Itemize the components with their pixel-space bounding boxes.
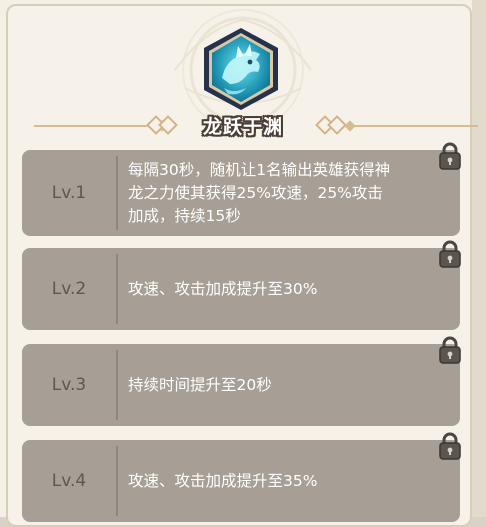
lock-icon [439,432,461,460]
level-row-2: Lv.2 攻速、攻击加成提升至30% [22,240,461,330]
level-divider [116,254,118,324]
level-description: 持续时间提升至20秒 [128,375,272,394]
skill-title: 龙跃于渊 [202,116,283,138]
skill-detail-panel: 龙跃于渊 Lv.1 每隔30秒，随机让1名输出英雄获得神 龙之力使其获得25%攻… [0,0,486,527]
level-description: 每隔30秒，随机让1名输出英雄获得神 龙之力使其获得25%攻速，25%攻击 加成… [128,160,391,225]
level-label: Lv.3 [51,375,87,395]
level-label: Lv.2 [51,279,87,299]
lock-icon [439,336,461,364]
level-label: Lv.4 [51,471,87,491]
level-description: 攻速、攻击加成提升至35% [128,471,318,490]
dragon-emblem-icon [204,28,278,110]
level-divider [116,156,118,230]
level-divider [116,350,118,420]
level-divider [116,446,118,516]
level-row-4: Lv.4 攻速、攻击加成提升至35% [22,432,461,522]
level-row-1: Lv.1 每隔30秒，随机让1名输出英雄获得神 龙之力使其获得25%攻速，25%… [22,142,461,236]
lock-icon [439,142,461,170]
lock-icon [439,240,461,268]
level-row-3: Lv.3 持续时间提升至20秒 [22,336,461,426]
scroll-edge [472,0,486,517]
level-label: Lv.1 [51,183,87,203]
level-description: 攻速、攻击加成提升至30% [128,279,318,298]
skill-title-row: 龙跃于渊 [28,112,478,140]
